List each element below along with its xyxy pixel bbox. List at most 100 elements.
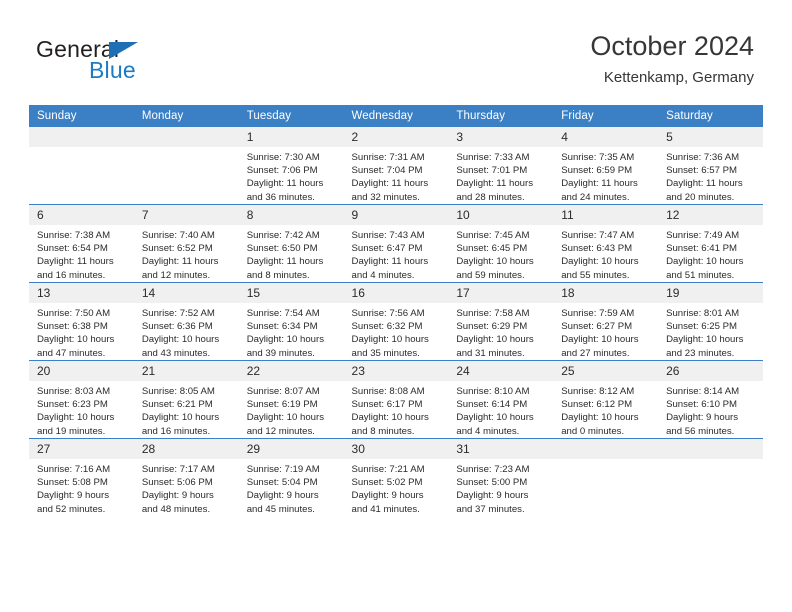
day-number: 25 xyxy=(553,361,659,381)
day-cell[interactable]: 7 Sunrise: 7:40 AM Sunset: 6:52 PM Daylight… xyxy=(133,205,239,282)
day-cell[interactable]: 28 Sunrise: 7:17 AM Sunset: 5:06 PM Dayligh… xyxy=(133,439,239,516)
day-cell[interactable]: 24 Sunrise: 8:10 AM Sunset: 6:14 PM Dayligh… xyxy=(448,361,554,438)
sunset-text: Sunset: 6:17 PM xyxy=(351,399,423,411)
daylight-text-line1: Daylight: 9 hours xyxy=(456,490,529,502)
sun-info: Sunrise: 8:03 AM Sunset: 6:23 PM Daylight:… xyxy=(29,381,134,438)
daylight-text-line2: and 20 minutes. xyxy=(666,191,735,203)
calendar-day-cell: 18 Sunrise: 7:59 AM Sunset: 6:27 PM Dayligh… xyxy=(553,282,659,361)
day-cell[interactable]: 15 Sunrise: 7:54 AM Sunset: 6:34 PM Dayligh… xyxy=(238,283,344,360)
day-number: 21 xyxy=(133,361,239,381)
page-header: General Blue October 2024 Kettenkamp, Ge… xyxy=(0,0,792,104)
daylight-text-line1: Daylight: 10 hours xyxy=(37,334,115,346)
page-subtitle: Kettenkamp, Germany xyxy=(603,69,754,86)
day-number: 17 xyxy=(448,283,554,303)
daylight-text-line2: and 23 minutes. xyxy=(666,347,735,359)
day-cell[interactable]: 4 Sunrise: 7:35 AM Sunset: 6:59 PM Daylight… xyxy=(553,127,659,204)
day-number: 1 xyxy=(238,127,344,147)
day-cell[interactable]: 22 Sunrise: 8:07 AM Sunset: 6:19 PM Dayligh… xyxy=(238,361,344,438)
weekday-header-monday: Monday xyxy=(133,105,239,127)
day-cell[interactable]: 23 Sunrise: 8:08 AM Sunset: 6:17 PM Dayligh… xyxy=(343,361,449,438)
day-cell[interactable]: 19 Sunrise: 8:01 AM Sunset: 6:25 PM Dayligh… xyxy=(658,283,763,360)
calendar-day-cell: 9 Sunrise: 7:43 AM Sunset: 6:47 PM Daylight… xyxy=(343,204,449,283)
daylight-text-line2: and 43 minutes. xyxy=(141,347,211,359)
day-cell[interactable]: 29 Sunrise: 7:19 AM Sunset: 5:04 PM Dayligh… xyxy=(238,439,344,516)
daylight-text-line1: Daylight: 11 hours xyxy=(456,178,533,190)
day-number: 20 xyxy=(29,361,134,381)
sunset-text: Sunset: 6:29 PM xyxy=(456,321,528,333)
day-cell[interactable]: 25 Sunrise: 8:12 AM Sunset: 6:12 PM Dayligh… xyxy=(553,361,659,438)
day-cell[interactable]: 6 Sunrise: 7:38 AM Sunset: 6:54 PM Daylight… xyxy=(29,205,134,282)
day-cell[interactable]: 11 Sunrise: 7:47 AM Sunset: 6:43 PM Dayligh… xyxy=(553,205,659,282)
daylight-text-line1: Daylight: 10 hours xyxy=(456,412,534,424)
day-cell[interactable]: 16 Sunrise: 7:56 AM Sunset: 6:32 PM Dayligh… xyxy=(343,283,449,360)
calendar-day-cell: 24 Sunrise: 8:10 AM Sunset: 6:14 PM Dayligh… xyxy=(448,360,554,439)
day-cell[interactable]: 17 Sunrise: 7:58 AM Sunset: 6:29 PM Dayligh… xyxy=(448,283,554,360)
sun-info: Sunrise: 7:23 AM Sunset: 5:00 PM Daylight:… xyxy=(448,459,553,516)
daylight-text-line2: and 28 minutes. xyxy=(456,191,525,203)
sunset-text: Sunset: 6:57 PM xyxy=(666,165,737,177)
calendar-day-cell: 29 Sunrise: 7:19 AM Sunset: 5:04 PM Dayligh… xyxy=(238,438,344,516)
daylight-text-line2: and 8 minutes. xyxy=(246,269,310,281)
daylight-text-line1: Daylight: 10 hours xyxy=(37,412,115,424)
day-number xyxy=(553,439,659,459)
day-number: 19 xyxy=(658,283,763,303)
daylight-text-line1: Daylight: 9 hours xyxy=(351,490,424,502)
day-cell[interactable]: 30 Sunrise: 7:21 AM Sunset: 5:02 PM Dayligh… xyxy=(343,439,449,516)
daylight-text-line1: Daylight: 11 hours xyxy=(351,178,429,190)
day-number: 27 xyxy=(29,439,134,459)
daylight-text-line2: and 16 minutes. xyxy=(141,425,211,437)
day-cell[interactable]: 27 Sunrise: 7:16 AM Sunset: 5:08 PM Dayligh… xyxy=(29,439,134,516)
sun-info: Sunrise: 7:16 AM Sunset: 5:08 PM Daylight:… xyxy=(29,459,134,516)
sun-info: Sunrise: 7:45 AM Sunset: 6:45 PM Daylight:… xyxy=(448,225,553,282)
day-number: 14 xyxy=(133,283,239,303)
calendar-table: Sunday Monday Tuesday Wednesday Thursday Frid… xyxy=(29,105,763,516)
sunset-text: Sunset: 6:54 PM xyxy=(37,243,108,255)
day-cell[interactable]: 18 Sunrise: 7:59 AM Sunset: 6:27 PM Dayligh… xyxy=(553,283,659,360)
page-title: October 2024 xyxy=(590,31,754,61)
day-cell[interactable]: 8 Sunrise: 7:42 AM Sunset: 6:50 PM Daylight… xyxy=(238,205,344,282)
calendar-day-cell xyxy=(553,438,659,516)
daylight-text-line2: and 55 minutes. xyxy=(561,269,630,281)
sun-info: Sunrise: 7:49 AM Sunset: 6:41 PM Daylight:… xyxy=(658,225,763,282)
day-cell[interactable]: 10 Sunrise: 7:45 AM Sunset: 6:45 PM Dayligh… xyxy=(448,205,554,282)
day-cell[interactable]: 21 Sunrise: 8:05 AM Sunset: 6:21 PM Dayligh… xyxy=(133,361,239,438)
daylight-text-line2: and 35 minutes. xyxy=(351,347,420,359)
day-cell[interactable]: 3 Sunrise: 7:33 AM Sunset: 7:01 PM Daylight… xyxy=(448,127,554,204)
calendar-week-row: 20 Sunrise: 8:03 AM Sunset: 6:23 PM Dayligh… xyxy=(29,360,763,439)
day-cell[interactable]: 12 Sunrise: 7:49 AM Sunset: 6:41 PM Dayligh… xyxy=(658,205,763,282)
daylight-text-line2: and 45 minutes. xyxy=(246,503,315,515)
sun-info: Sunrise: 8:01 AM Sunset: 6:25 PM Daylight:… xyxy=(658,303,763,360)
daylight-text-line2: and 39 minutes. xyxy=(246,347,315,359)
sun-info: Sunrise: 7:19 AM Sunset: 5:04 PM Daylight:… xyxy=(239,459,344,516)
calendar-week-row: 13 Sunrise: 7:50 AM Sunset: 6:38 PM Dayligh… xyxy=(29,282,763,361)
day-number: 10 xyxy=(448,205,554,225)
calendar-day-cell: 27 Sunrise: 7:16 AM Sunset: 5:08 PM Dayligh… xyxy=(29,438,134,516)
day-cell[interactable]: 2 Sunrise: 7:31 AM Sunset: 7:04 PM Daylight… xyxy=(343,127,449,204)
daylight-text-line1: Daylight: 10 hours xyxy=(561,334,639,346)
weekday-header-thursday: Thursday xyxy=(448,105,554,127)
general-blue-logo[interactable]: General Blue xyxy=(36,36,216,86)
day-cell[interactable]: 14 Sunrise: 7:52 AM Sunset: 6:36 PM Dayligh… xyxy=(133,283,239,360)
calendar-day-cell xyxy=(29,127,134,205)
day-cell[interactable]: 9 Sunrise: 7:43 AM Sunset: 6:47 PM Daylight… xyxy=(343,205,449,282)
day-cell[interactable]: 1 Sunrise: 7:30 AM Sunset: 7:06 PM Daylight… xyxy=(238,127,344,204)
daylight-text-line2: and 59 minutes. xyxy=(456,269,525,281)
day-number: 2 xyxy=(343,127,449,147)
day-cell[interactable]: 31 Sunrise: 7:23 AM Sunset: 5:00 PM Dayligh… xyxy=(448,439,554,516)
day-cell[interactable]: 20 Sunrise: 8:03 AM Sunset: 6:23 PM Dayligh… xyxy=(29,361,134,438)
day-cell[interactable]: 5 Sunrise: 7:36 AM Sunset: 6:57 PM Daylight… xyxy=(658,127,763,204)
sun-info: Sunrise: 7:42 AM Sunset: 6:50 PM Daylight:… xyxy=(239,225,344,282)
daylight-text-line1: Daylight: 9 hours xyxy=(246,490,319,502)
day-cell[interactable]: 13 Sunrise: 7:50 AM Sunset: 6:38 PM Dayligh… xyxy=(29,283,134,360)
day-cell[interactable]: 26 Sunrise: 8:14 AM Sunset: 6:10 PM Dayligh… xyxy=(658,361,763,438)
day-number xyxy=(658,439,763,459)
sun-info: Sunrise: 7:50 AM Sunset: 6:38 PM Daylight:… xyxy=(29,303,134,360)
day-cell-empty xyxy=(29,127,134,204)
sunset-text: Sunset: 5:00 PM xyxy=(456,477,528,489)
sunset-text: Sunset: 6:21 PM xyxy=(141,399,213,411)
day-number: 8 xyxy=(238,205,344,225)
day-number: 24 xyxy=(448,361,554,381)
sunset-text: Sunset: 5:08 PM xyxy=(37,477,108,489)
sun-info: Sunrise: 7:36 AM Sunset: 6:57 PM Daylight:… xyxy=(658,147,763,204)
sun-info: Sunrise: 7:33 AM Sunset: 7:01 PM Daylight:… xyxy=(448,147,553,204)
